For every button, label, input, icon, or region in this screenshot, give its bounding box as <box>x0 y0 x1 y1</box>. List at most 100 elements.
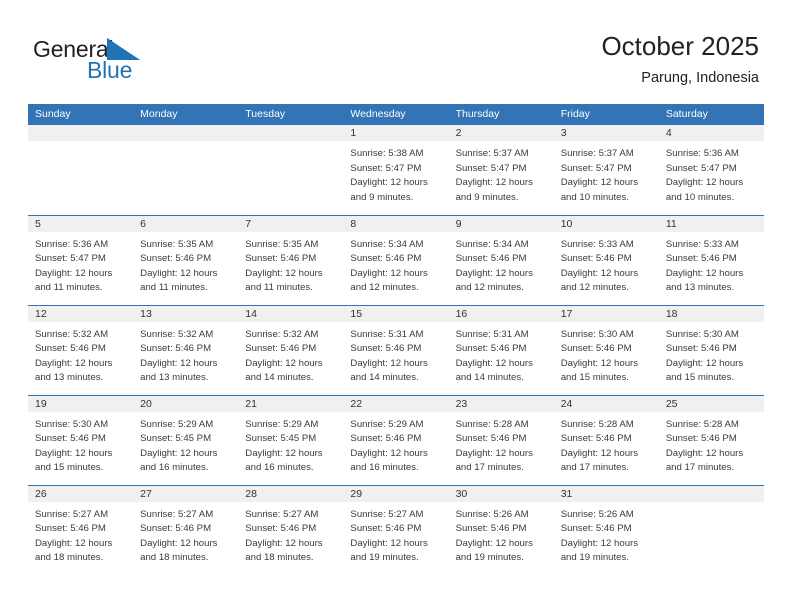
sunrise-text: Sunrise: 5:32 AM <box>140 328 214 340</box>
day-number: 11 <box>658 215 764 232</box>
day-details: Sunrise: 5:31 AM Sunset: 5:46 PM Daylight:… <box>449 322 554 386</box>
daylight-text-line1: Daylight: 12 hours <box>140 357 218 369</box>
calendar-day-cell[interactable]: 26 Sunrise: 5:27 AM Sunset: 5:46 PM Dayligh… <box>28 484 134 575</box>
daylight-text-line2: and 16 minutes. <box>245 462 314 474</box>
calendar-page: General Blue October 2025 Parung, Indone… <box>0 0 792 612</box>
page-header: General Blue October 2025 Parung, Indone… <box>0 0 792 100</box>
day-number: 23 <box>448 395 554 412</box>
day-details: Sunrise: 5:33 AM Sunset: 5:46 PM Daylight:… <box>659 232 764 296</box>
day-details: Sunrise: 5:36 AM Sunset: 5:47 PM Daylight:… <box>28 232 133 296</box>
daylight-text-line2: and 13 minutes. <box>140 372 209 384</box>
sunrise-text: Sunrise: 5:26 AM <box>560 508 634 520</box>
sunset-text: Sunset: 5:46 PM <box>560 433 632 445</box>
day-details: Sunrise: 5:30 AM Sunset: 5:46 PM Daylight:… <box>28 412 133 476</box>
sunrise-text: Sunrise: 5:35 AM <box>140 238 214 250</box>
calendar-day-cell[interactable]: 29 Sunrise: 5:27 AM Sunset: 5:46 PM Dayligh… <box>343 484 449 575</box>
calendar-day-cell[interactable]: 13 Sunrise: 5:32 AM Sunset: 5:46 PM Dayligh… <box>133 304 239 395</box>
day-number: 24 <box>553 395 659 412</box>
day-details: Sunrise: 5:29 AM Sunset: 5:46 PM Daylight:… <box>343 412 448 476</box>
day-details: Sunrise: 5:27 AM Sunset: 5:46 PM Daylight:… <box>343 502 448 566</box>
calendar-day-cell[interactable]: 27 Sunrise: 5:27 AM Sunset: 5:46 PM Dayligh… <box>133 484 239 575</box>
daylight-text-line2: and 9 minutes. <box>455 191 519 203</box>
calendar-day-cell[interactable]: 3 Sunrise: 5:37 AM Sunset: 5:47 PM Daylight… <box>553 125 659 215</box>
sunset-text: Sunset: 5:46 PM <box>665 433 737 445</box>
calendar-day-cell[interactable]: 20 Sunrise: 5:29 AM Sunset: 5:45 PM Dayligh… <box>133 394 239 485</box>
calendar-day-cell-empty <box>658 484 764 575</box>
calendar-table: Sunday Monday Tuesday Wednesday Thursday Frid… <box>28 104 764 575</box>
sunset-text: Sunset: 5:46 PM <box>560 343 632 355</box>
daylight-text-line1: Daylight: 12 hours <box>245 267 323 279</box>
calendar-week-row: 12 Sunrise: 5:32 AM Sunset: 5:46 PM Dayligh… <box>28 304 764 395</box>
calendar-day-cell[interactable]: 2 Sunrise: 5:37 AM Sunset: 5:47 PM Daylight… <box>448 125 554 215</box>
day-details: Sunrise: 5:27 AM Sunset: 5:46 PM Daylight:… <box>238 502 343 566</box>
calendar-day-cell[interactable]: 16 Sunrise: 5:31 AM Sunset: 5:46 PM Dayligh… <box>448 304 554 395</box>
day-details: Sunrise: 5:38 AM Sunset: 5:47 PM Daylight:… <box>343 141 448 205</box>
day-number: 19 <box>28 395 134 412</box>
calendar-day-cell[interactable]: 7 Sunrise: 5:35 AM Sunset: 5:46 PM Daylight… <box>238 214 344 305</box>
daylight-text-line1: Daylight: 12 hours <box>245 537 323 549</box>
sunset-text: Sunset: 5:46 PM <box>35 523 106 535</box>
calendar-day-cell[interactable]: 8 Sunrise: 5:34 AM Sunset: 5:46 PM Daylight… <box>343 214 449 305</box>
calendar-day-cell-empty <box>133 125 239 215</box>
sunrise-text: Sunrise: 5:35 AM <box>245 238 319 250</box>
daylight-text-line1: Daylight: 12 hours <box>35 447 113 459</box>
calendar-day-cell[interactable]: 12 Sunrise: 5:32 AM Sunset: 5:46 PM Dayligh… <box>28 304 134 395</box>
calendar-day-cell[interactable]: 14 Sunrise: 5:32 AM Sunset: 5:46 PM Dayligh… <box>238 304 344 395</box>
day-details: Sunrise: 5:29 AM Sunset: 5:45 PM Daylight:… <box>133 412 238 476</box>
calendar-day-cell[interactable]: 10 Sunrise: 5:33 AM Sunset: 5:46 PM Dayligh… <box>553 214 659 305</box>
sunrise-text: Sunrise: 5:27 AM <box>35 508 109 520</box>
day-number: 26 <box>28 485 134 502</box>
calendar-day-cell[interactable]: 4 Sunrise: 5:36 AM Sunset: 5:47 PM Daylight… <box>658 125 764 215</box>
day-number: 17 <box>553 305 659 322</box>
sunrise-text: Sunrise: 5:28 AM <box>560 418 634 430</box>
weekday-header-tuesday: Tuesday <box>238 104 344 125</box>
calendar-day-cell[interactable]: 21 Sunrise: 5:29 AM Sunset: 5:45 PM Dayligh… <box>238 394 344 485</box>
brand-logo[interactable]: General Blue <box>33 36 213 88</box>
calendar-day-cell[interactable]: 23 Sunrise: 5:28 AM Sunset: 5:46 PM Dayligh… <box>448 394 554 485</box>
calendar-day-cell[interactable]: 30 Sunrise: 5:26 AM Sunset: 5:46 PM Dayligh… <box>448 484 554 575</box>
calendar-day-cell[interactable]: 11 Sunrise: 5:33 AM Sunset: 5:46 PM Dayligh… <box>658 214 764 305</box>
sunset-text: Sunset: 5:46 PM <box>455 433 527 445</box>
day-details: Sunrise: 5:28 AM Sunset: 5:46 PM Daylight:… <box>449 412 554 476</box>
calendar-day-cell[interactable]: 19 Sunrise: 5:30 AM Sunset: 5:46 PM Dayligh… <box>28 394 134 485</box>
day-details: Sunrise: 5:34 AM Sunset: 5:46 PM Daylight:… <box>343 232 448 296</box>
daylight-text-line1: Daylight: 12 hours <box>560 357 639 369</box>
calendar-body: 1 Sunrise: 5:38 AM Sunset: 5:47 PM Daylight… <box>28 125 764 575</box>
calendar-day-cell[interactable]: 15 Sunrise: 5:31 AM Sunset: 5:46 PM Dayligh… <box>343 304 449 395</box>
day-number <box>133 125 239 141</box>
daylight-text-line1: Daylight: 12 hours <box>455 537 533 549</box>
calendar-day-cell[interactable]: 9 Sunrise: 5:34 AM Sunset: 5:46 PM Daylight… <box>448 214 554 305</box>
calendar-day-cell[interactable]: 22 Sunrise: 5:29 AM Sunset: 5:46 PM Dayligh… <box>343 394 449 485</box>
calendar-week-row: 19 Sunrise: 5:30 AM Sunset: 5:46 PM Dayligh… <box>28 394 764 485</box>
sunset-text: Sunset: 5:46 PM <box>245 343 317 355</box>
daylight-text-line2: and 15 minutes. <box>665 372 735 384</box>
daylight-text-line1: Daylight: 12 hours <box>560 537 639 549</box>
sunset-text: Sunset: 5:47 PM <box>665 162 737 174</box>
calendar-day-cell[interactable]: 5 Sunrise: 5:36 AM Sunset: 5:47 PM Daylight… <box>28 214 134 305</box>
daylight-text-line2: and 18 minutes. <box>140 552 209 564</box>
sunrise-text: Sunrise: 5:36 AM <box>35 238 109 250</box>
day-number: 7 <box>238 215 344 232</box>
daylight-text-line2: and 19 minutes. <box>455 552 524 564</box>
calendar-day-cell[interactable]: 6 Sunrise: 5:35 AM Sunset: 5:46 PM Daylight… <box>133 214 239 305</box>
sunset-text: Sunset: 5:47 PM <box>350 162 422 174</box>
daylight-text-line2: and 17 minutes. <box>560 462 629 474</box>
day-number: 5 <box>28 215 134 232</box>
calendar-day-cell[interactable]: 28 Sunrise: 5:27 AM Sunset: 5:46 PM Dayligh… <box>238 484 344 575</box>
calendar-day-cell[interactable]: 17 Sunrise: 5:30 AM Sunset: 5:46 PM Dayligh… <box>553 304 659 395</box>
day-number: 29 <box>343 485 449 502</box>
sunset-text: Sunset: 5:46 PM <box>140 523 212 535</box>
calendar-day-cell[interactable]: 31 Sunrise: 5:26 AM Sunset: 5:46 PM Dayligh… <box>553 484 659 575</box>
day-number <box>28 125 134 141</box>
page-title: October 2025 <box>601 31 759 61</box>
daylight-text-line1: Daylight: 12 hours <box>665 267 744 279</box>
daylight-text-line2: and 13 minutes. <box>35 372 104 384</box>
sunset-text: Sunset: 5:46 PM <box>350 343 422 355</box>
calendar-day-cell[interactable]: 1 Sunrise: 5:38 AM Sunset: 5:47 PM Daylight… <box>343 125 449 215</box>
calendar-day-cell[interactable]: 24 Sunrise: 5:28 AM Sunset: 5:46 PM Dayligh… <box>553 394 659 485</box>
calendar-day-cell[interactable]: 25 Sunrise: 5:28 AM Sunset: 5:46 PM Dayligh… <box>658 394 764 485</box>
sunrise-text: Sunrise: 5:36 AM <box>665 148 739 159</box>
calendar-day-cell[interactable]: 18 Sunrise: 5:30 AM Sunset: 5:46 PM Dayligh… <box>658 304 764 395</box>
sunrise-text: Sunrise: 5:37 AM <box>455 148 529 159</box>
weekday-header-monday: Monday <box>133 104 239 125</box>
